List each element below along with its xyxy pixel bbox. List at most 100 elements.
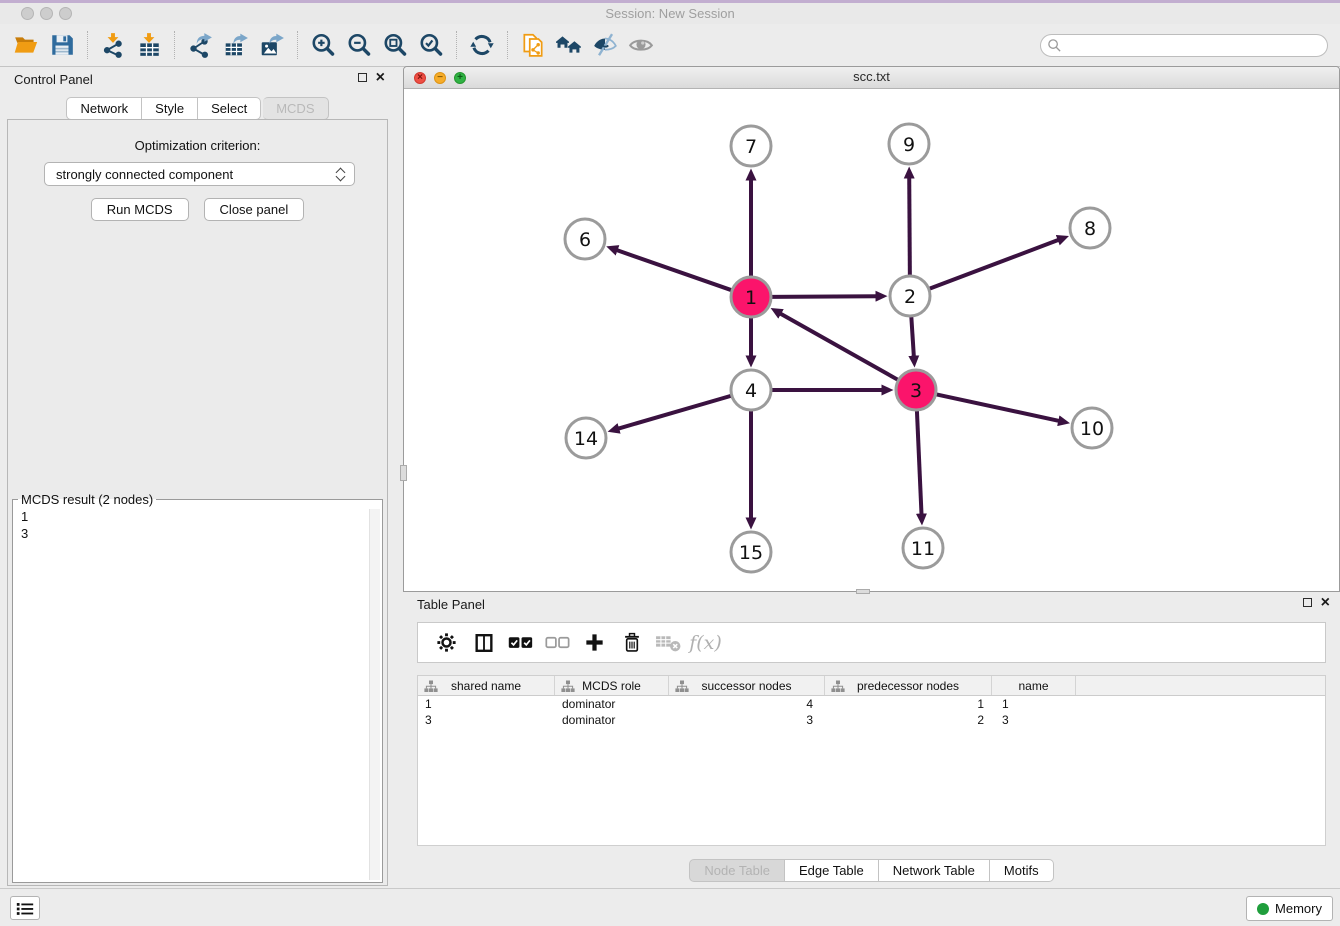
column-header-predecessor-nodes[interactable]: predecessor nodes	[825, 676, 992, 695]
node-2[interactable]: 2	[890, 276, 930, 316]
node-8[interactable]: 8	[1070, 208, 1110, 248]
column-header-successor-nodes[interactable]: successor nodes	[669, 676, 825, 695]
mcds-result-list: 1 3	[13, 507, 382, 543]
list-icon	[15, 900, 35, 917]
vertical-splitter-handle[interactable]	[400, 465, 407, 481]
export-network-button[interactable]	[182, 28, 218, 62]
panel-list-button[interactable]	[10, 896, 40, 920]
open-session-button[interactable]	[8, 28, 44, 62]
cell-mcds-role: dominator	[555, 712, 669, 728]
tab-style[interactable]: Style	[142, 97, 198, 120]
close-table-panel-icon[interactable]: ×	[1321, 597, 1330, 608]
delete-column-button[interactable]	[613, 628, 650, 658]
result-scrollbar[interactable]	[369, 509, 380, 880]
float-panel-icon[interactable]	[358, 73, 367, 82]
refresh-button[interactable]	[464, 28, 500, 62]
memory-button[interactable]: Memory	[1246, 896, 1333, 921]
node-9[interactable]: 9	[889, 124, 929, 164]
column-browser-button[interactable]	[465, 628, 502, 658]
hide-selection-button[interactable]	[587, 28, 623, 62]
node-10[interactable]: 10	[1072, 408, 1112, 448]
export-image-button[interactable]	[254, 28, 290, 62]
zoom-out-button[interactable]	[341, 28, 377, 62]
edge-1-6[interactable]	[616, 250, 731, 290]
delete-table-button	[650, 628, 687, 658]
node-4[interactable]: 4	[731, 370, 771, 410]
delete-table-icon	[655, 632, 682, 653]
toolbar-separator	[174, 31, 175, 59]
add-column-button[interactable]	[576, 628, 613, 658]
edge-3-1[interactable]	[780, 313, 898, 379]
node-label: 9	[903, 134, 915, 156]
table-row[interactable]: 3 dominator 3 2 3	[418, 712, 1325, 728]
zoom-in-icon	[310, 32, 336, 58]
node-7[interactable]: 7	[731, 126, 771, 166]
node-6[interactable]: 6	[565, 219, 605, 259]
cell-successor-nodes: 4	[669, 696, 825, 712]
network-canvas[interactable]: 7 9 6 8 1 2 4 3 14 10 15 11	[404, 89, 1339, 591]
show-preview-button[interactable]	[623, 28, 659, 62]
zoom-selected-button[interactable]	[413, 28, 449, 62]
zoom-in-button[interactable]	[305, 28, 341, 62]
zoom-fit-button[interactable]	[377, 28, 413, 62]
tab-mcds[interactable]: MCDS	[263, 97, 328, 120]
import-table-icon	[136, 32, 162, 58]
node-label: 11	[911, 538, 935, 560]
node-15[interactable]: 15	[731, 532, 771, 572]
float-table-panel-icon[interactable]	[1303, 598, 1312, 607]
result-line: 3	[21, 525, 374, 542]
run-mcds-button[interactable]: Run MCDS	[91, 198, 189, 221]
edge-2-8[interactable]	[930, 240, 1059, 289]
status-bar: Memory	[0, 888, 1340, 926]
edge-1-2[interactable]	[772, 296, 877, 297]
table-row[interactable]: 1 dominator 4 1 1	[418, 696, 1325, 712]
search-input[interactable]	[1040, 34, 1328, 57]
node-label: 15	[739, 542, 763, 564]
node-label: 2	[904, 286, 916, 308]
function-builder-button: f(x)	[687, 628, 724, 658]
node-1[interactable]: 1	[731, 277, 771, 317]
import-table-button[interactable]	[131, 28, 167, 62]
column-header-shared-name[interactable]: shared name	[418, 676, 555, 695]
import-network-button[interactable]	[95, 28, 131, 62]
node-11[interactable]: 11	[903, 528, 943, 568]
export-network-icon	[187, 32, 213, 58]
column-header-mcds-role[interactable]: MCDS role	[555, 676, 669, 695]
trash-icon	[621, 631, 643, 654]
tab-network[interactable]: Network	[66, 97, 142, 120]
clone-network-button[interactable]	[515, 28, 551, 62]
select-all-button[interactable]	[502, 628, 539, 658]
export-table-icon	[223, 32, 249, 58]
save-session-button[interactable]	[44, 28, 80, 62]
node-label: 7	[745, 136, 757, 158]
tab-select[interactable]: Select	[198, 97, 261, 120]
tab-node-table[interactable]: Node Table	[689, 859, 785, 882]
edge-3-10[interactable]	[937, 394, 1060, 421]
edge-2-9[interactable]	[909, 177, 910, 275]
checked-boxes-icon	[508, 634, 534, 651]
node-3[interactable]: 3	[896, 370, 936, 410]
criterion-dropdown[interactable]: strongly connected component	[44, 162, 355, 186]
eye-icon	[628, 32, 654, 58]
export-table-button[interactable]	[218, 28, 254, 62]
network-window-titlebar[interactable]: × − + scc.txt	[404, 67, 1339, 89]
fx-icon: f(x)	[689, 632, 722, 654]
node-14[interactable]: 14	[566, 418, 606, 458]
home-icon	[556, 32, 582, 58]
home-button[interactable]	[551, 28, 587, 62]
zoom-selected-icon	[418, 32, 444, 58]
node-label: 6	[579, 229, 591, 251]
tab-network-table[interactable]: Network Table	[879, 859, 990, 882]
node-label: 14	[574, 428, 598, 450]
edge-3-11[interactable]	[917, 411, 922, 515]
edge-2-3[interactable]	[911, 317, 914, 357]
tab-motifs[interactable]: Motifs	[990, 859, 1054, 882]
deselect-all-button[interactable]	[539, 628, 576, 658]
edge-4-14[interactable]	[618, 396, 731, 429]
zoom-fit-icon	[382, 32, 408, 58]
table-settings-button[interactable]	[428, 628, 465, 658]
close-panel-button[interactable]: Close panel	[204, 198, 305, 221]
column-header-name[interactable]: name	[992, 676, 1076, 695]
tab-edge-table[interactable]: Edge Table	[785, 859, 879, 882]
close-panel-icon[interactable]: ×	[376, 72, 385, 83]
